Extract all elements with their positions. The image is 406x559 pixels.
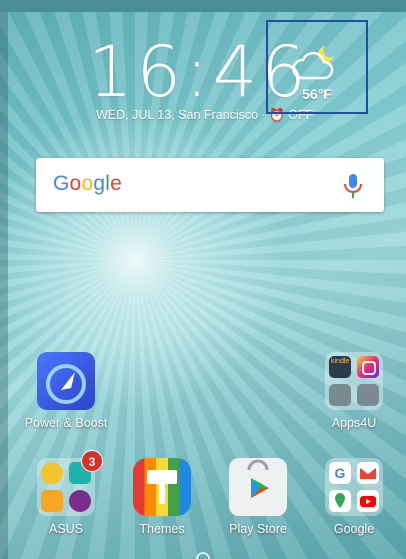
app-label-asus: ASUS xyxy=(48,522,84,536)
themes-icon xyxy=(133,458,191,516)
app-label-google: Google xyxy=(333,522,375,536)
file-manager-icon xyxy=(41,490,63,512)
google-app-icon: G xyxy=(329,462,351,484)
youtube-icon xyxy=(357,490,379,512)
app-power-boost[interactable]: Power & Boost xyxy=(21,352,111,430)
microphone-icon[interactable] xyxy=(342,172,364,200)
app-label-power-boost: Power & Boost xyxy=(24,416,108,430)
google-logo: Google xyxy=(53,172,122,195)
notification-badge: 3 xyxy=(81,450,103,472)
app-label-apps4u: Apps4U xyxy=(331,416,377,430)
google-folder-icon: G xyxy=(325,458,383,516)
weather-widget[interactable]: 56°F xyxy=(266,20,368,114)
partly-cloudy-night-icon xyxy=(292,46,334,80)
app-label-play-store: Play Store xyxy=(229,522,287,536)
clock-time[interactable]: 16:46 xyxy=(88,32,306,112)
folder-google[interactable]: G Google xyxy=(309,458,399,536)
folder-item-icon xyxy=(329,384,351,406)
video-icon xyxy=(69,490,91,512)
asus-folder-icon: 3 xyxy=(37,450,103,516)
folder-asus[interactable]: 3 ASUS xyxy=(21,450,111,536)
app-themes[interactable]: Themes xyxy=(117,458,207,536)
balloon-icon xyxy=(41,462,63,484)
folder-apps4u[interactable]: kindle Apps4U xyxy=(309,352,399,430)
gmail-icon xyxy=(357,462,379,484)
app-label-themes: Themes xyxy=(139,522,185,536)
apps4u-folder-icon: kindle xyxy=(325,352,383,410)
maps-icon xyxy=(329,490,351,512)
play-store-icon xyxy=(229,458,287,516)
google-search-bar[interactable]: Google xyxy=(36,158,384,212)
power-boost-icon xyxy=(37,352,95,410)
weather-temperature: 56°F xyxy=(302,86,332,102)
kindle-icon: kindle xyxy=(329,356,351,378)
home-indicator-icon xyxy=(196,552,210,559)
status-bar-area xyxy=(0,0,406,12)
instagram-icon xyxy=(357,356,379,378)
app-play-store[interactable]: Play Store xyxy=(213,458,303,536)
edge-strip xyxy=(0,12,8,559)
folder-item-icon xyxy=(357,384,379,406)
